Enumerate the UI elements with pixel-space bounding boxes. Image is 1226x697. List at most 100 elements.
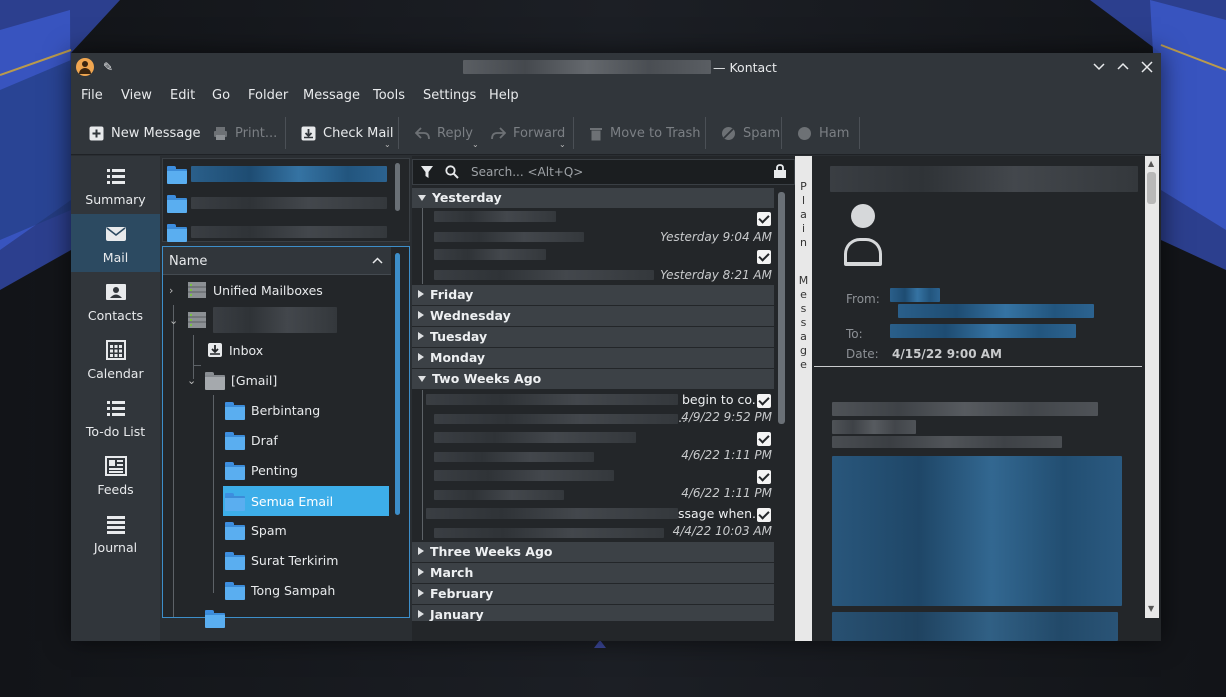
- group-header-march[interactable]: March: [412, 563, 774, 583]
- favorites-scrollbar[interactable]: [393, 161, 403, 239]
- group-header-yesterday[interactable]: Yesterday: [412, 188, 774, 208]
- reply-button[interactable]: Reply: [415, 123, 473, 143]
- sidebar-item-feeds[interactable]: Feeds: [71, 446, 160, 504]
- search-input[interactable]: Search... <Alt+Q>: [471, 165, 583, 179]
- menu-folder[interactable]: Folder: [248, 88, 288, 103]
- message-row[interactable]: 4/6/22 1:11 PM: [412, 466, 774, 504]
- lock-icon[interactable]: [773, 164, 787, 179]
- read-checkbox[interactable]: [757, 212, 771, 226]
- menu-go[interactable]: Go: [212, 88, 230, 103]
- print-button[interactable]: Print...: [213, 123, 277, 143]
- folder-tree-header[interactable]: Name: [163, 247, 391, 275]
- pin-icon[interactable]: ✎: [103, 60, 117, 74]
- sidebar-item-mail[interactable]: Mail: [71, 214, 160, 272]
- chevron-down-icon[interactable]: ⌄: [169, 314, 181, 327]
- read-checkbox[interactable]: [757, 394, 771, 408]
- message-row[interactable]: 4/6/22 1:11 PM: [412, 428, 774, 466]
- menu-tools[interactable]: Tools: [373, 88, 405, 103]
- message-row[interactable]: Yesterday 9:04 AM: [412, 208, 774, 284]
- menu-message[interactable]: Message: [303, 88, 360, 103]
- tree-item-drafts[interactable]: Draf: [225, 425, 278, 455]
- tree-item-spam[interactable]: Spam: [225, 515, 287, 545]
- view-mode-strip[interactable]: Plain Message: [795, 156, 812, 641]
- list-icon: [105, 165, 127, 187]
- minimize-icon[interactable]: [1093, 62, 1105, 72]
- feeds-icon: [104, 455, 127, 477]
- chevron-down-icon[interactable]: ⌄: [187, 374, 199, 387]
- kontact-window: ✎ — Kontact File View Edit Go Folder Mes…: [71, 53, 1161, 641]
- menu-edit[interactable]: Edit: [170, 88, 195, 103]
- tree-item-sent[interactable]: Surat Terkirim: [225, 545, 338, 575]
- new-message-button[interactable]: New Message: [89, 123, 200, 143]
- tree-item-unified-mailboxes[interactable]: › Unified Mailboxes: [169, 275, 323, 305]
- from-address-redacted[interactable]: [890, 288, 940, 302]
- close-icon[interactable]: [1141, 61, 1153, 73]
- menu-settings[interactable]: Settings: [423, 88, 476, 103]
- spam-button[interactable]: Spam: [721, 123, 780, 143]
- message-row[interactable]: begin to co... .. 4/9/22 9:52 PM: [412, 390, 774, 540]
- message-row[interactable]: ssage when... 4/4/22 10:03 AM: [412, 504, 774, 542]
- app-avatar-icon[interactable]: [76, 58, 94, 76]
- group-header-january[interactable]: January: [412, 605, 774, 621]
- read-checkbox[interactable]: [757, 470, 771, 484]
- plain-mode-label[interactable]: Plain: [795, 180, 812, 250]
- maximize-icon[interactable]: [1117, 61, 1129, 71]
- tree-item-inbox[interactable]: Inbox: [207, 335, 263, 365]
- group-header-tuesday[interactable]: Tuesday: [412, 327, 774, 347]
- read-checkbox[interactable]: [757, 250, 771, 264]
- tree-item-important[interactable]: Penting: [225, 455, 298, 485]
- tree-item-gmail[interactable]: ⌄ [Gmail]: [187, 365, 277, 395]
- message-list-pane: Search... <Alt+Q> Yesterday Yesterday 9:…: [412, 156, 795, 641]
- check-mail-dropdown-arrow[interactable]: ⌄: [384, 140, 391, 149]
- sidebar-item-contacts[interactable]: Contacts: [71, 272, 160, 330]
- menu-file[interactable]: File: [81, 88, 103, 103]
- folder-icon: [225, 552, 245, 570]
- sidebar-item-calendar[interactable]: Calendar: [71, 330, 160, 388]
- read-checkbox[interactable]: [757, 508, 771, 522]
- ham-button[interactable]: Ham: [797, 123, 849, 143]
- todo-list-icon: [105, 397, 127, 419]
- tree-item-all-mail[interactable]: Semua Email: [223, 486, 389, 516]
- forward-button[interactable]: Forward: [491, 123, 565, 143]
- sidebar-item-todo[interactable]: To-do List: [71, 388, 160, 446]
- group-header-two-weeks-ago[interactable]: Two Weeks Ago: [412, 369, 774, 389]
- sidebar-item-summary[interactable]: Summary: [71, 156, 160, 214]
- ham-icon: [798, 126, 811, 140]
- server-icon: [188, 312, 206, 328]
- sidebar-item-journal[interactable]: Journal: [71, 504, 160, 562]
- server-icon: [188, 282, 206, 298]
- favorite-folder-item[interactable]: [167, 221, 387, 243]
- check-mail-button[interactable]: Check Mail: [301, 123, 394, 143]
- tree-item-trash[interactable]: Tong Sampah: [225, 575, 335, 605]
- sort-chevron-up-icon[interactable]: [372, 257, 383, 264]
- menu-help[interactable]: Help: [489, 88, 519, 103]
- quick-search-bar: Search... <Alt+Q>: [412, 159, 795, 185]
- message-row[interactable]: Yesterday 8:21 AM: [412, 246, 774, 284]
- tree-item-starred[interactable]: Berbintang: [225, 395, 320, 425]
- to-address-redacted[interactable]: [890, 324, 1076, 338]
- collapse-triangle-icon: [418, 547, 424, 555]
- chevron-right-icon[interactable]: ›: [169, 284, 181, 297]
- favorite-folder-item[interactable]: [167, 163, 387, 185]
- forward-dropdown-arrow[interactable]: ⌄: [559, 140, 566, 149]
- group-header-monday[interactable]: Monday: [412, 348, 774, 368]
- move-to-trash-button[interactable]: Move to Trash: [589, 123, 701, 143]
- reply-dropdown-arrow[interactable]: ⌄: [472, 140, 479, 149]
- menu-view[interactable]: View: [121, 88, 152, 103]
- group-header-three-weeks-ago[interactable]: Three Weeks Ago: [412, 542, 774, 562]
- message-mode-label[interactable]: Message: [795, 274, 812, 372]
- group-header-february[interactable]: February: [412, 584, 774, 604]
- favorite-folder-item[interactable]: [167, 192, 387, 214]
- read-checkbox[interactable]: [757, 432, 771, 446]
- filter-icon[interactable]: [420, 165, 434, 179]
- group-header-wednesday[interactable]: Wednesday: [412, 306, 774, 326]
- message-list-scrollbar[interactable]: [776, 188, 788, 641]
- header-divider: [814, 366, 1142, 367]
- folder-tree-scrollbar[interactable]: [393, 249, 403, 615]
- reader-scrollbar[interactable]: ▲ ▼: [1145, 156, 1159, 618]
- folder-icon: [225, 582, 245, 600]
- group-header-friday[interactable]: Friday: [412, 285, 774, 305]
- tree-item-gmail-account[interactable]: ⌄: [169, 305, 337, 335]
- tree-item-partial[interactable]: [205, 603, 225, 633]
- inbox-icon: [208, 343, 222, 357]
